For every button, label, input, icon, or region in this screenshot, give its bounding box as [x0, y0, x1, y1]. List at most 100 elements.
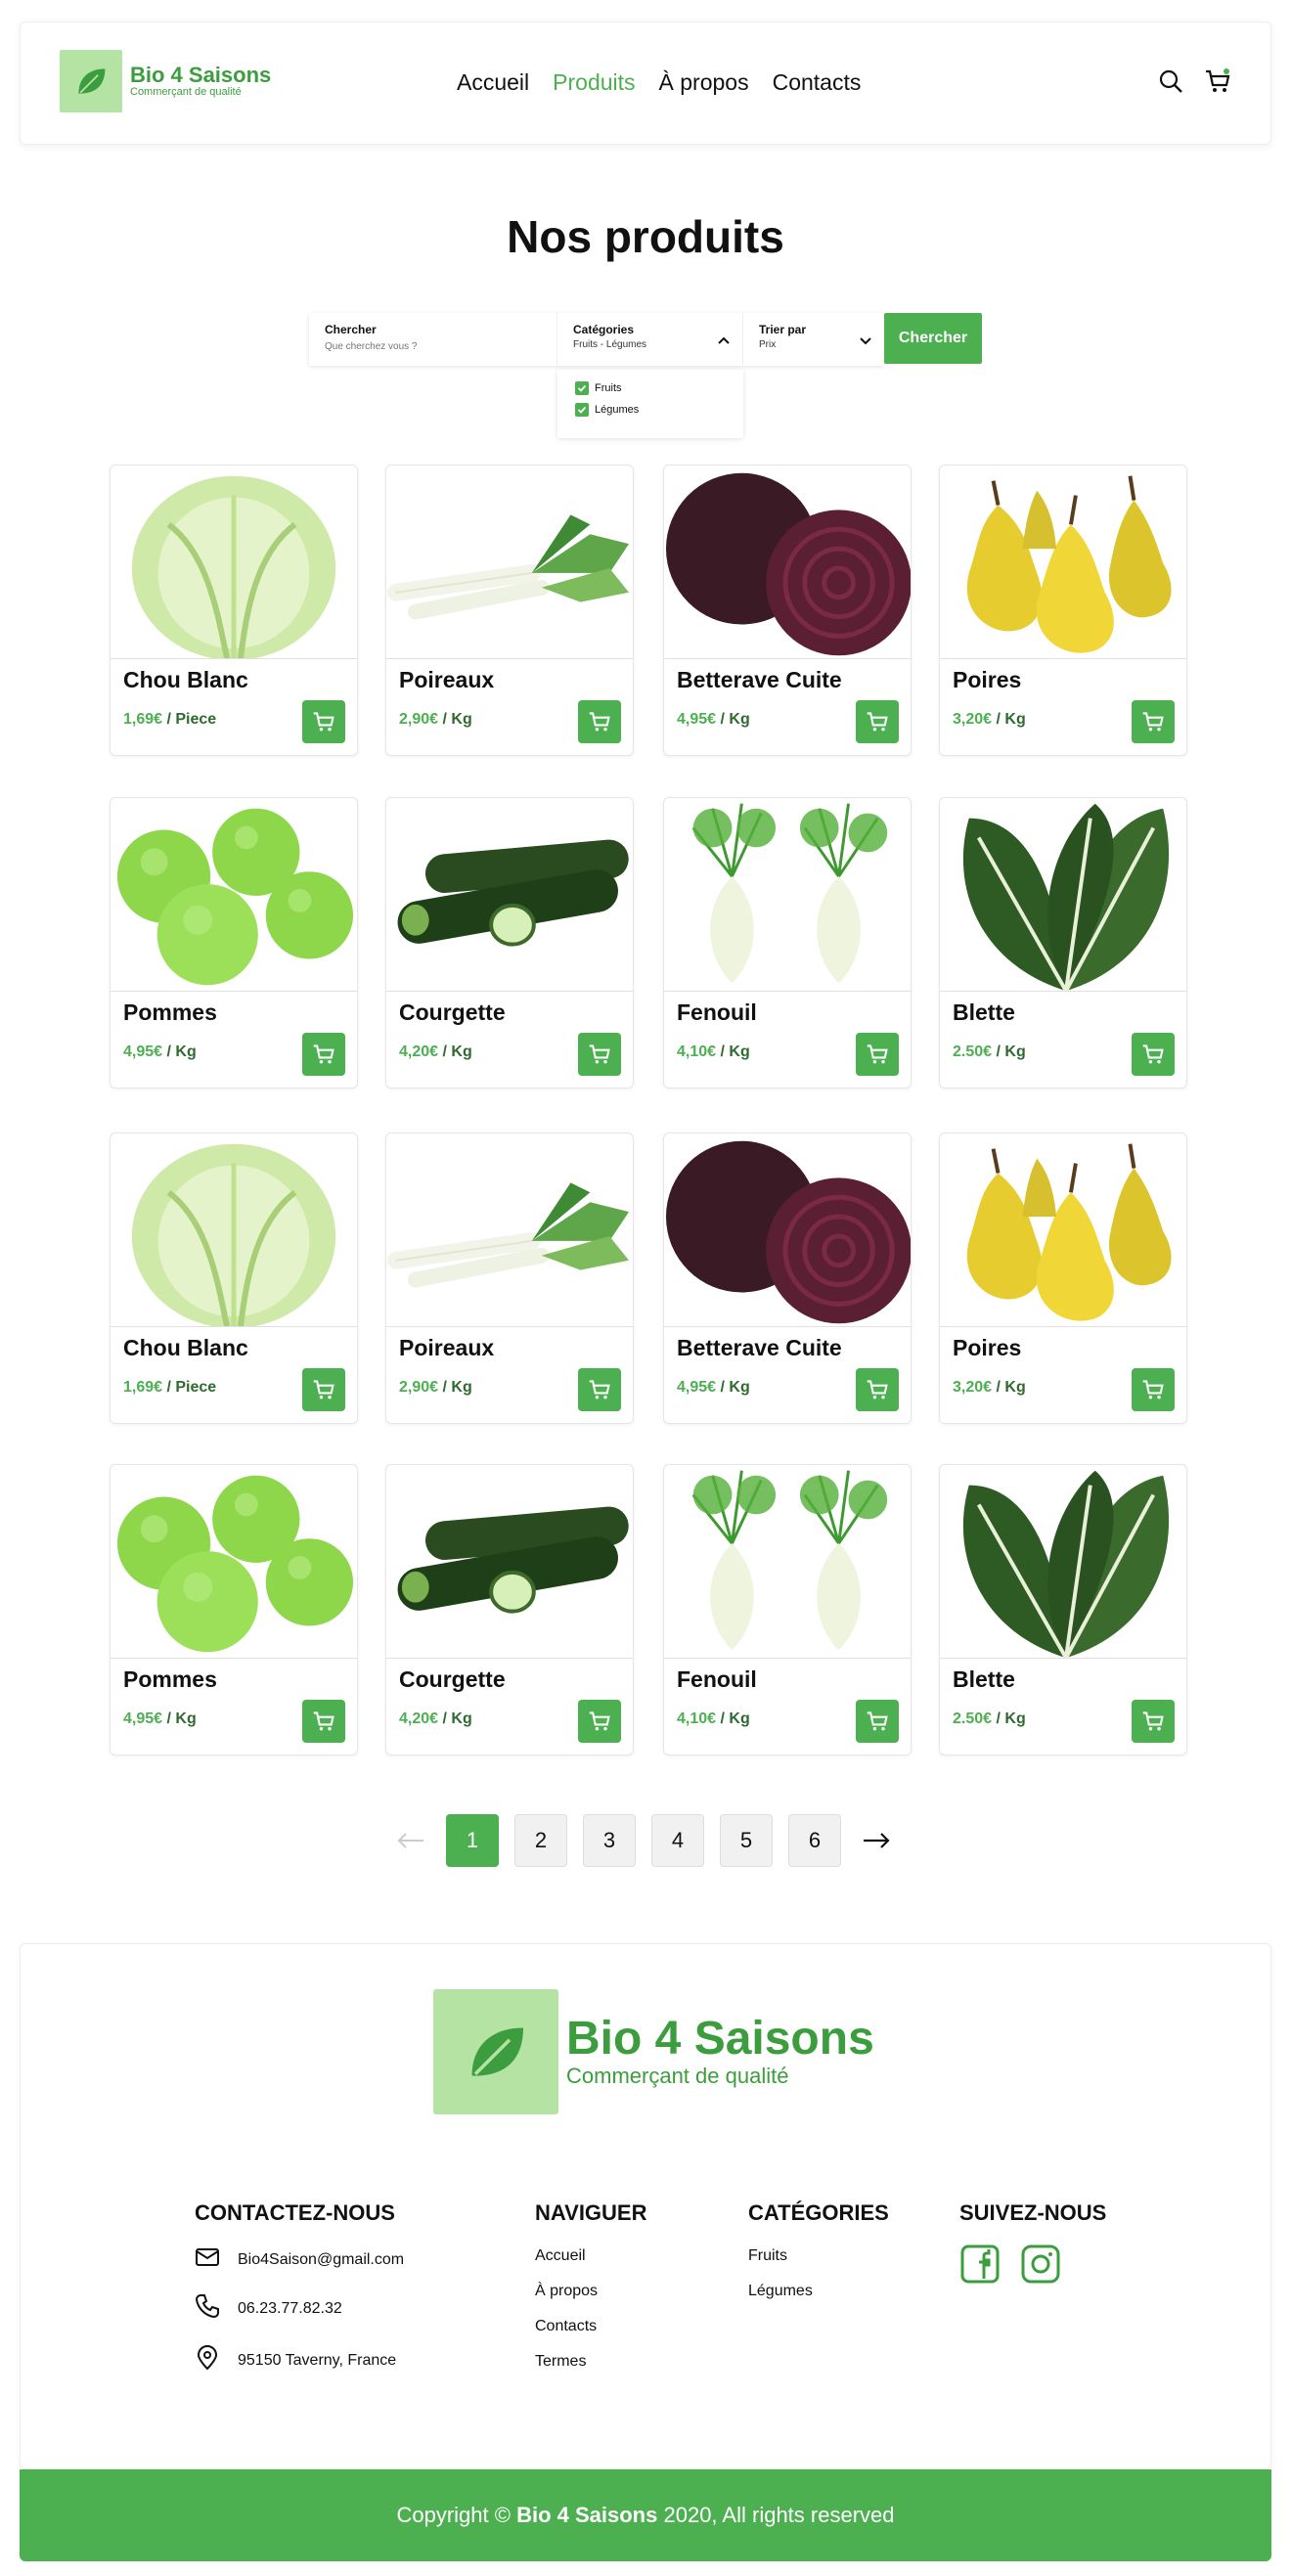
footer-link-fruits[interactable]: Fruits: [748, 2247, 889, 2265]
page-button-2[interactable]: 2: [514, 1814, 567, 1867]
product-name[interactable]: Chou Blanc: [123, 667, 357, 693]
nav-item-a-propos[interactable]: À propos: [659, 69, 749, 96]
cart-icon[interactable]: [1204, 67, 1231, 100]
product-name[interactable]: Pommes: [123, 1666, 357, 1693]
footer-link-accueil[interactable]: Accueil: [535, 2247, 647, 2265]
instagram-icon[interactable]: [1020, 2243, 1061, 2289]
product-card[interactable]: Fenouil 4,10€ / Kg: [663, 797, 912, 1088]
page-button-4[interactable]: 4: [651, 1814, 704, 1867]
product-image[interactable]: [940, 466, 1186, 659]
product-image[interactable]: [664, 1133, 911, 1327]
prev-page-arrow-icon[interactable]: [391, 1814, 430, 1867]
product-card[interactable]: Courgette 4,20€ / Kg: [385, 797, 634, 1088]
categories-select[interactable]: Catégories Fruits - Légumes: [557, 313, 743, 366]
product-card[interactable]: Poireaux 2,90€ / Kg: [385, 465, 634, 756]
add-to-cart-button[interactable]: [578, 700, 621, 743]
page-button-3[interactable]: 3: [583, 1814, 636, 1867]
product-image[interactable]: [940, 798, 1186, 992]
product-image[interactable]: [940, 1465, 1186, 1659]
dropdown-option-fruits[interactable]: Fruits: [575, 381, 726, 395]
product-name[interactable]: Betterave Cuite: [677, 667, 911, 693]
product-card[interactable]: Chou Blanc 1,69€ / Piece: [110, 1133, 358, 1424]
add-to-cart-button[interactable]: [856, 1033, 899, 1076]
product-image[interactable]: [111, 1465, 357, 1659]
product-name[interactable]: Poireaux: [399, 667, 633, 693]
page-button-5[interactable]: 5: [720, 1814, 773, 1867]
product-image[interactable]: [386, 1465, 633, 1659]
brand-logo[interactable]: Bio 4 Saisons Commerçant de qualité: [60, 50, 271, 112]
product-card[interactable]: Courgette 4,20€ / Kg: [385, 1464, 634, 1755]
contact-email[interactable]: Bio4Saison@gmail.com: [238, 2251, 404, 2269]
nav-item-contacts[interactable]: Contacts: [773, 69, 862, 96]
product-name[interactable]: Poireaux: [399, 1335, 633, 1361]
add-to-cart-button[interactable]: [1132, 1033, 1175, 1076]
product-card[interactable]: Fenouil 4,10€ / Kg: [663, 1464, 912, 1755]
add-to-cart-button[interactable]: [1132, 1368, 1175, 1411]
add-to-cart-button[interactable]: [856, 1700, 899, 1743]
nav-item-accueil[interactable]: Accueil: [457, 69, 529, 96]
checkbox-checked-icon[interactable]: [575, 381, 589, 395]
product-name[interactable]: Blette: [953, 999, 1186, 1026]
facebook-icon[interactable]: [959, 2243, 1001, 2289]
product-card[interactable]: Pommes 4,95€ / Kg: [110, 797, 358, 1088]
page-button-6[interactable]: 6: [788, 1814, 841, 1867]
product-image[interactable]: [386, 466, 633, 659]
product-name[interactable]: Poires: [953, 667, 1186, 693]
footer-link-legumes[interactable]: Légumes: [748, 2283, 889, 2300]
product-name[interactable]: Fenouil: [677, 1666, 911, 1693]
product-image[interactable]: [664, 1465, 911, 1659]
search-field[interactable]: Chercher: [309, 313, 557, 366]
add-to-cart-button[interactable]: [578, 1700, 621, 1743]
product-image[interactable]: [386, 798, 633, 992]
footer-link-termes[interactable]: Termes: [535, 2353, 647, 2371]
add-to-cart-button[interactable]: [578, 1368, 621, 1411]
product-name[interactable]: Fenouil: [677, 999, 911, 1026]
search-icon[interactable]: [1157, 67, 1184, 100]
product-image[interactable]: [940, 1133, 1186, 1327]
add-to-cart-button[interactable]: [302, 1368, 345, 1411]
product-name[interactable]: Betterave Cuite: [677, 1335, 911, 1361]
product-image[interactable]: [111, 798, 357, 992]
product-card[interactable]: Betterave Cuite 4,95€ / Kg: [663, 465, 912, 756]
product-image[interactable]: [386, 1133, 633, 1327]
footer-link-a-propos[interactable]: À propos: [535, 2283, 647, 2300]
search-button[interactable]: Chercher: [884, 313, 982, 364]
price-amount: 2.50€: [953, 1710, 993, 1727]
product-name[interactable]: Courgette: [399, 999, 633, 1026]
add-to-cart-button[interactable]: [856, 1368, 899, 1411]
product-card[interactable]: Chou Blanc 1,69€ / Piece: [110, 465, 358, 756]
product-card[interactable]: Blette 2.50€ / Kg: [939, 797, 1187, 1088]
product-image[interactable]: [664, 798, 911, 992]
footer-link-contacts[interactable]: Contacts: [535, 2318, 647, 2335]
add-to-cart-button[interactable]: [856, 700, 899, 743]
product-card[interactable]: Pommes 4,95€ / Kg: [110, 1464, 358, 1755]
add-to-cart-button[interactable]: [578, 1033, 621, 1076]
footer-brand-logo[interactable]: Bio 4 Saisons Commerçant de qualité: [433, 1989, 874, 2114]
product-image[interactable]: [111, 466, 357, 659]
add-to-cart-button[interactable]: [302, 700, 345, 743]
product-card[interactable]: Betterave Cuite 4,95€ / Kg: [663, 1133, 912, 1424]
add-to-cart-button[interactable]: [302, 1033, 345, 1076]
product-image[interactable]: [664, 466, 911, 659]
product-name[interactable]: Courgette: [399, 1666, 633, 1693]
product-name[interactable]: Pommes: [123, 999, 357, 1026]
sort-select[interactable]: Trier par Prix: [743, 313, 884, 366]
product-card[interactable]: Blette 2.50€ / Kg: [939, 1464, 1187, 1755]
product-name[interactable]: Blette: [953, 1666, 1186, 1693]
product-card[interactable]: Poires 3,20€ / Kg: [939, 465, 1187, 756]
add-to-cart-button[interactable]: [1132, 700, 1175, 743]
product-card[interactable]: Poireaux 2,90€ / Kg: [385, 1133, 634, 1424]
product-name[interactable]: Chou Blanc: [123, 1335, 357, 1361]
page-button-1[interactable]: 1: [446, 1814, 499, 1867]
product-card[interactable]: Poires 3,20€ / Kg: [939, 1133, 1187, 1424]
next-page-arrow-icon[interactable]: [857, 1814, 896, 1867]
checkbox-checked-icon[interactable]: [575, 403, 589, 417]
product-image[interactable]: [111, 1133, 357, 1327]
add-to-cart-button[interactable]: [302, 1700, 345, 1743]
add-to-cart-button[interactable]: [1132, 1700, 1175, 1743]
search-input[interactable]: [325, 341, 540, 352]
contact-phone[interactable]: 06.23.77.82.32: [238, 2300, 342, 2318]
nav-item-produits[interactable]: Produits: [553, 69, 635, 96]
product-name[interactable]: Poires: [953, 1335, 1186, 1361]
dropdown-option-legumes[interactable]: Légumes: [575, 403, 726, 417]
